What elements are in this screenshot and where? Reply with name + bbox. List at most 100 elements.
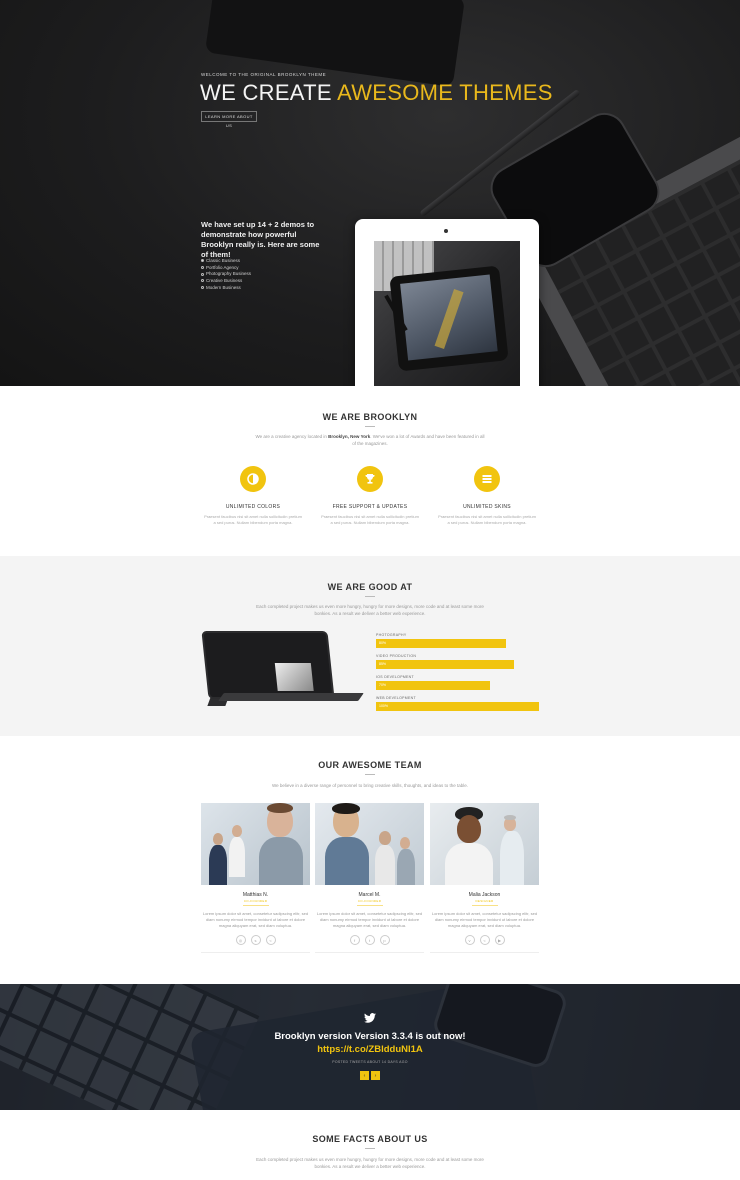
dribbble-icon[interactable]: ◎ [235,935,246,946]
radio-icon [201,279,204,283]
skill-name: PHOTOGRAPHY [376,633,407,637]
radio-icon [201,272,204,276]
feature-free-support: FREE SUPPORT & UPDATES Praesent faucibus… [320,466,420,526]
tweet-text: Brooklyn version Version 3.3.4 is out no… [274,1031,466,1055]
social-links: ◎ s < [201,935,310,946]
facts-title: SOME FACTS ABOUT US [312,1134,428,1144]
social-links: f t p [315,935,424,946]
feature-title: FREE SUPPORT & UPDATES [332,504,408,510]
demo-item[interactable]: Creative Business [201,278,251,285]
member-photo [315,803,424,885]
skill-bar: 85% [376,660,514,669]
radio-icon [201,259,204,263]
skill-value: 100% [379,704,388,708]
radio-icon [201,286,204,290]
skill-bar: 80% [376,639,506,648]
feature-unlimited-skins: UNLIMITED SKINS Praesent faucibus nisi s… [437,466,537,526]
next-arrow-icon[interactable]: › [371,1071,380,1080]
share-icon[interactable]: < [265,935,276,946]
facebook-icon[interactable]: f [349,935,360,946]
share-icon[interactable]: < [479,935,490,946]
team-title: OUR AWESOME TEAM [318,760,422,770]
member-bio: Lorem ipsum dolor sit amet, consetetur s… [431,911,538,928]
demo-item[interactable]: Modern Business [201,285,251,292]
facts-section: SOME FACTS ABOUT US Each completed proje… [0,1110,740,1180]
skill-bar: 100% [376,702,539,711]
member-name: Marcel M. [358,892,381,898]
member-photo [430,803,539,885]
member-bio: Lorem ipsum dolor sit amet, consetetur s… [316,911,423,928]
pinterest-icon[interactable]: p [379,935,390,946]
demo-item[interactable]: Portfolio Agency [201,265,251,272]
feature-title: UNLIMITED SKINS [463,504,511,510]
member-name: Malia Jackson [468,892,501,898]
team-member-card: Marcel M. CO-FOUNDER Lorem ipsum dolor s… [315,803,424,954]
youtube-icon[interactable]: ▶ [494,935,505,946]
vimeo-icon[interactable]: v [464,935,475,946]
tablet-screen [374,241,520,386]
hero-subtitle: We have set up 14 + 2 demos to demonstra… [201,220,320,259]
skill-video-production: VIDEO PRODUCTION 85% [376,654,514,669]
title-divider [365,426,375,427]
learn-more-button[interactable]: LEARN MORE ABOUT US [201,111,257,128]
skill-ios-development: IOS DEVELOPMENT 70% [376,675,490,690]
title-divider [365,596,375,597]
skill-name: VIDEO PRODUCTION [376,654,417,658]
member-role: CO-FOUNDER [243,899,268,903]
skill-value: 80% [379,641,387,645]
demo-item[interactable]: Photography Business [201,271,251,278]
demo-item[interactable]: Classic Business [201,258,251,265]
team-member-card: Matthias N. CO-FOUNDER Lorem ipsum dolor… [201,803,310,954]
skill-web-development: WEB DEVELOPMENT 100% [376,696,539,711]
feature-unlimited-colors: UNLIMITED COLORS Praesent faucibus nisi … [203,466,303,526]
feature-text: Praesent faucibus nisi sit amet nulla so… [321,514,419,525]
title-divider [365,1148,375,1149]
member-role: DESIGNER [475,899,494,903]
layers-icon [474,466,500,492]
member-role: CO-FOUNDER [357,899,382,903]
hero-title: WE CREATE AWESOME THEMES [200,80,553,106]
facts-description: Each completed project makes us even mor… [256,1157,484,1169]
about-title: WE ARE BROOKLYN [322,412,418,422]
tweet-link[interactable]: https://t.co/ZBlddu​Nl1A [317,1044,423,1055]
team-member-card: Malia Jackson DESIGNER Lorem ipsum dolor… [430,803,539,954]
camera-icon [444,229,448,233]
feature-title: UNLIMITED COLORS [225,504,281,510]
tweet-meta: POSTED TWEETS ABOUT 14 DAYS AGO [332,1060,408,1064]
tablet-mockup [355,219,539,386]
trophy-icon [357,466,383,492]
twitter-icon[interactable]: t [364,935,375,946]
ipad-image [201,631,364,711]
hero-title-yellow: AWESOME THEMES [337,80,553,105]
hero-title-white: WE CREATE [200,80,338,105]
twitter-bird-icon [364,1013,376,1023]
skill-photography: PHOTOGRAPHY 80% [376,633,506,648]
member-name: Matthias N. [242,892,269,898]
feature-text: Praesent faucibus nisi sit amet nulla so… [204,514,302,525]
member-photo [201,803,310,885]
hero-eyebrow: WELCOME TO THE ORIGINAL BROOKLYN THEME [201,72,327,77]
about-section: WE ARE BROOKLYN We are a creative agency… [0,386,740,556]
skills-description: Each completed project makes us even mor… [256,604,484,616]
team-section: OUR AWESOME TEAM We believe in a diverse… [0,736,740,984]
about-description: We are a creative agency located in Broo… [255,434,485,446]
member-bio: Lorem ipsum dolor sit amet, consetetur s… [202,911,309,928]
half-circle-icon [240,466,266,492]
hero-section: WELCOME TO THE ORIGINAL BROOKLYN THEME W… [0,0,740,386]
skill-name: IOS DEVELOPMENT [376,675,414,679]
skill-value: 85% [379,662,387,666]
skype-icon[interactable]: s [250,935,261,946]
skills-title: WE ARE GOOD AT [327,582,413,592]
skill-bar: 70% [376,681,490,690]
tweet-nav: ‹ › [360,1071,380,1080]
radio-icon [201,266,204,270]
title-divider [365,774,375,775]
skill-name: WEB DEVELOPMENT [376,696,416,700]
feature-text: Praesent faucibus nisi sit amet nulla so… [438,514,536,525]
demo-list: Classic Business Portfolio Agency Photog… [201,258,251,292]
prev-arrow-icon[interactable]: ‹ [360,1071,369,1080]
skills-section: WE ARE GOOD AT Each completed project ma… [0,556,740,736]
social-links: v < ▶ [430,935,539,946]
skill-value: 70% [379,683,387,687]
team-description: We believe in a diverse range of personn… [271,783,469,788]
